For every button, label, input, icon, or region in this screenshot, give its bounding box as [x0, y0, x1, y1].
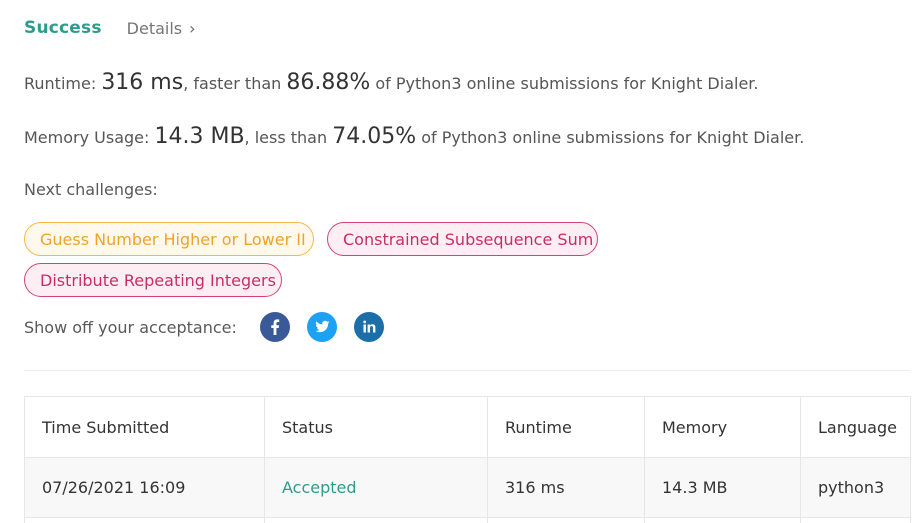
twitter-icon[interactable]: [307, 312, 337, 342]
share-row: Show off your acceptance:: [24, 312, 401, 342]
runtime-suffix: of Python3 online submissions for Knight…: [370, 74, 759, 93]
cell-time-submitted: 07/26/2021 16:09: [24, 457, 265, 518]
column-header-time-submitted[interactable]: Time Submitted: [24, 396, 265, 458]
memory-label: Memory Usage:: [24, 128, 155, 147]
table-row: 07/26/2021 16:09 Accepted 316 ms 14.3 MB…: [24, 457, 911, 518]
memory-value: 14.3 MB: [154, 124, 245, 149]
column-header-runtime[interactable]: Runtime: [487, 396, 645, 458]
next-challenges-label: Next challenges:: [24, 180, 158, 199]
memory-summary: Memory Usage: 14.3 MB, less than 74.05% …: [24, 124, 804, 149]
cell-language: python3: [800, 457, 911, 518]
challenge-chip-distribute-repeating-integers[interactable]: Distribute Repeating Integers: [24, 263, 282, 297]
submission-result-page: Success Details › Runtime: 316 ms, faste…: [0, 0, 917, 523]
cell-empty: [644, 517, 801, 523]
memory-suffix: of Python3 online submissions for Knight…: [416, 128, 805, 147]
cell-runtime: 316 ms: [487, 457, 645, 518]
challenge-chip-guess-number-higher-or-lower-ii[interactable]: Guess Number Higher or Lower II: [24, 222, 314, 256]
cell-status: Accepted: [264, 457, 488, 518]
accepted-status-link[interactable]: Accepted: [282, 478, 357, 497]
share-label: Show off your acceptance:: [24, 317, 237, 337]
runtime-summary: Runtime: 316 ms, faster than 86.88% of P…: [24, 70, 758, 95]
facebook-icon[interactable]: [260, 312, 290, 342]
cell-empty: [800, 517, 911, 523]
details-link[interactable]: Details ›: [127, 19, 196, 38]
column-header-status[interactable]: Status: [264, 396, 488, 458]
cell-empty: [24, 517, 265, 523]
chevron-right-icon: ›: [189, 18, 196, 38]
runtime-percentile: 86.88%: [286, 70, 371, 95]
challenge-chip-label: Distribute Repeating Integers: [40, 270, 276, 290]
challenge-chip-label: Constrained Subsequence Sum: [343, 229, 594, 249]
details-label: Details: [126, 18, 183, 38]
runtime-value: 316 ms: [101, 70, 184, 95]
cell-empty: [487, 517, 645, 523]
runtime-label: Runtime:: [24, 74, 102, 93]
linkedin-icon[interactable]: [354, 312, 384, 342]
challenge-chip-label: Guess Number Higher or Lower II: [40, 229, 306, 249]
table-row: [24, 517, 911, 523]
column-header-memory[interactable]: Memory: [644, 396, 801, 458]
runtime-mid-text: , faster than: [183, 74, 287, 93]
challenge-chip-constrained-subsequence-sum[interactable]: Constrained Subsequence Sum: [327, 222, 598, 256]
result-header: Success Details ›: [24, 18, 196, 38]
table-header-row: Time Submitted Status Runtime Memory Lan…: [24, 396, 911, 458]
cell-memory: 14.3 MB: [644, 457, 801, 518]
column-header-language[interactable]: Language: [800, 396, 911, 458]
success-status: Success: [24, 18, 102, 38]
section-divider: [24, 370, 910, 371]
memory-percentile: 74.05%: [332, 124, 417, 149]
submissions-table: Time Submitted Status Runtime Memory Lan…: [24, 396, 911, 523]
cell-empty: [264, 517, 488, 523]
memory-mid-text: , less than: [244, 128, 333, 147]
